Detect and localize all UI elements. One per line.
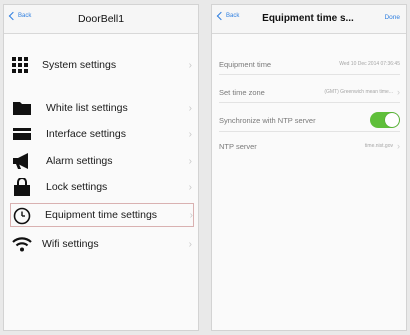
menu-item-alarm-settings[interactable]: Alarm settings ›	[12, 151, 192, 171]
menu-item-label: Wifi settings	[42, 238, 99, 250]
ntp-sync-toggle[interactable]	[370, 112, 400, 128]
chevron-right-icon: ›	[188, 128, 192, 140]
menu-item-label: Equipment time settings	[45, 209, 158, 221]
menu-item-label: Alarm settings	[46, 155, 113, 167]
chevron-right-icon: ›	[188, 102, 192, 114]
equipment-time-settings-screen: Back Equipment time s... Done Equipment …	[211, 4, 407, 331]
toggle-knob	[385, 113, 399, 127]
equipment-time-row: Equipment time Wed 10 Dec 2014 07:36:45	[219, 56, 400, 72]
menu-item-system-settings[interactable]: System settings ›	[12, 55, 192, 75]
lock-box-icon	[12, 177, 36, 197]
time-zone-row[interactable]: Set time zone (GMT) Greenwich mean time.…	[219, 84, 400, 100]
chevron-right-icon: ›	[188, 59, 192, 71]
clock-icon	[13, 205, 37, 225]
megaphone-icon	[12, 151, 36, 171]
time-zone-label: Set time zone	[219, 87, 265, 97]
menu-item-label: White list settings	[46, 102, 128, 114]
menu-item-interface-settings[interactable]: Interface settings ›	[12, 124, 192, 144]
time-zone-value: (GMT) Greenwich mean time...	[324, 89, 393, 95]
ntp-server-row[interactable]: NTP server time.nist.gov ›	[219, 138, 400, 154]
page-title: DoorBell1	[77, 13, 125, 25]
chevron-right-icon: ›	[188, 238, 192, 250]
chevron-left-icon	[216, 11, 226, 21]
ntp-server-value: time.nist.gov	[364, 143, 393, 149]
navigation-bar: Back DoorBell1	[4, 5, 198, 34]
menu-item-wifi-settings[interactable]: Wifi settings ›	[12, 234, 192, 254]
done-button[interactable]: Done	[384, 14, 400, 21]
ntp-server-label: NTP server	[219, 141, 257, 151]
page-title: Equipment time s...	[262, 13, 354, 24]
divider	[219, 102, 400, 103]
menu-item-label: Lock settings	[46, 181, 108, 193]
chevron-right-icon: ›	[397, 141, 400, 151]
menu-item-label: Interface settings	[46, 128, 126, 140]
folder-icon	[12, 98, 36, 118]
menu-item-equipment-time-settings[interactable]: Equipment time settings ›	[10, 203, 194, 227]
divider	[219, 74, 400, 75]
equipment-time-value: Wed 10 Dec 2014 07:36:45	[339, 61, 400, 67]
chevron-right-icon: ›	[189, 209, 193, 221]
navigation-bar: Back Equipment time s... Done	[212, 5, 406, 34]
grid-icon	[12, 55, 36, 75]
divider	[219, 131, 400, 132]
menu-item-label: System settings	[42, 59, 117, 71]
menu-item-white-list-settings[interactable]: White list settings ›	[12, 98, 192, 118]
doorbell-settings-screen: Back DoorBell1 System settings › White l…	[3, 4, 199, 331]
card-icon	[12, 124, 36, 144]
ntp-sync-label: Synchronize with NTP server	[219, 115, 316, 125]
equipment-time-label: Equipment time	[219, 59, 272, 69]
menu-item-lock-settings[interactable]: Lock settings ›	[12, 177, 192, 197]
wifi-icon	[12, 234, 36, 254]
chevron-right-icon: ›	[397, 87, 400, 97]
ntp-sync-row: Synchronize with NTP server	[219, 111, 400, 129]
chevron-right-icon: ›	[188, 181, 192, 193]
chevron-right-icon: ›	[188, 155, 192, 167]
